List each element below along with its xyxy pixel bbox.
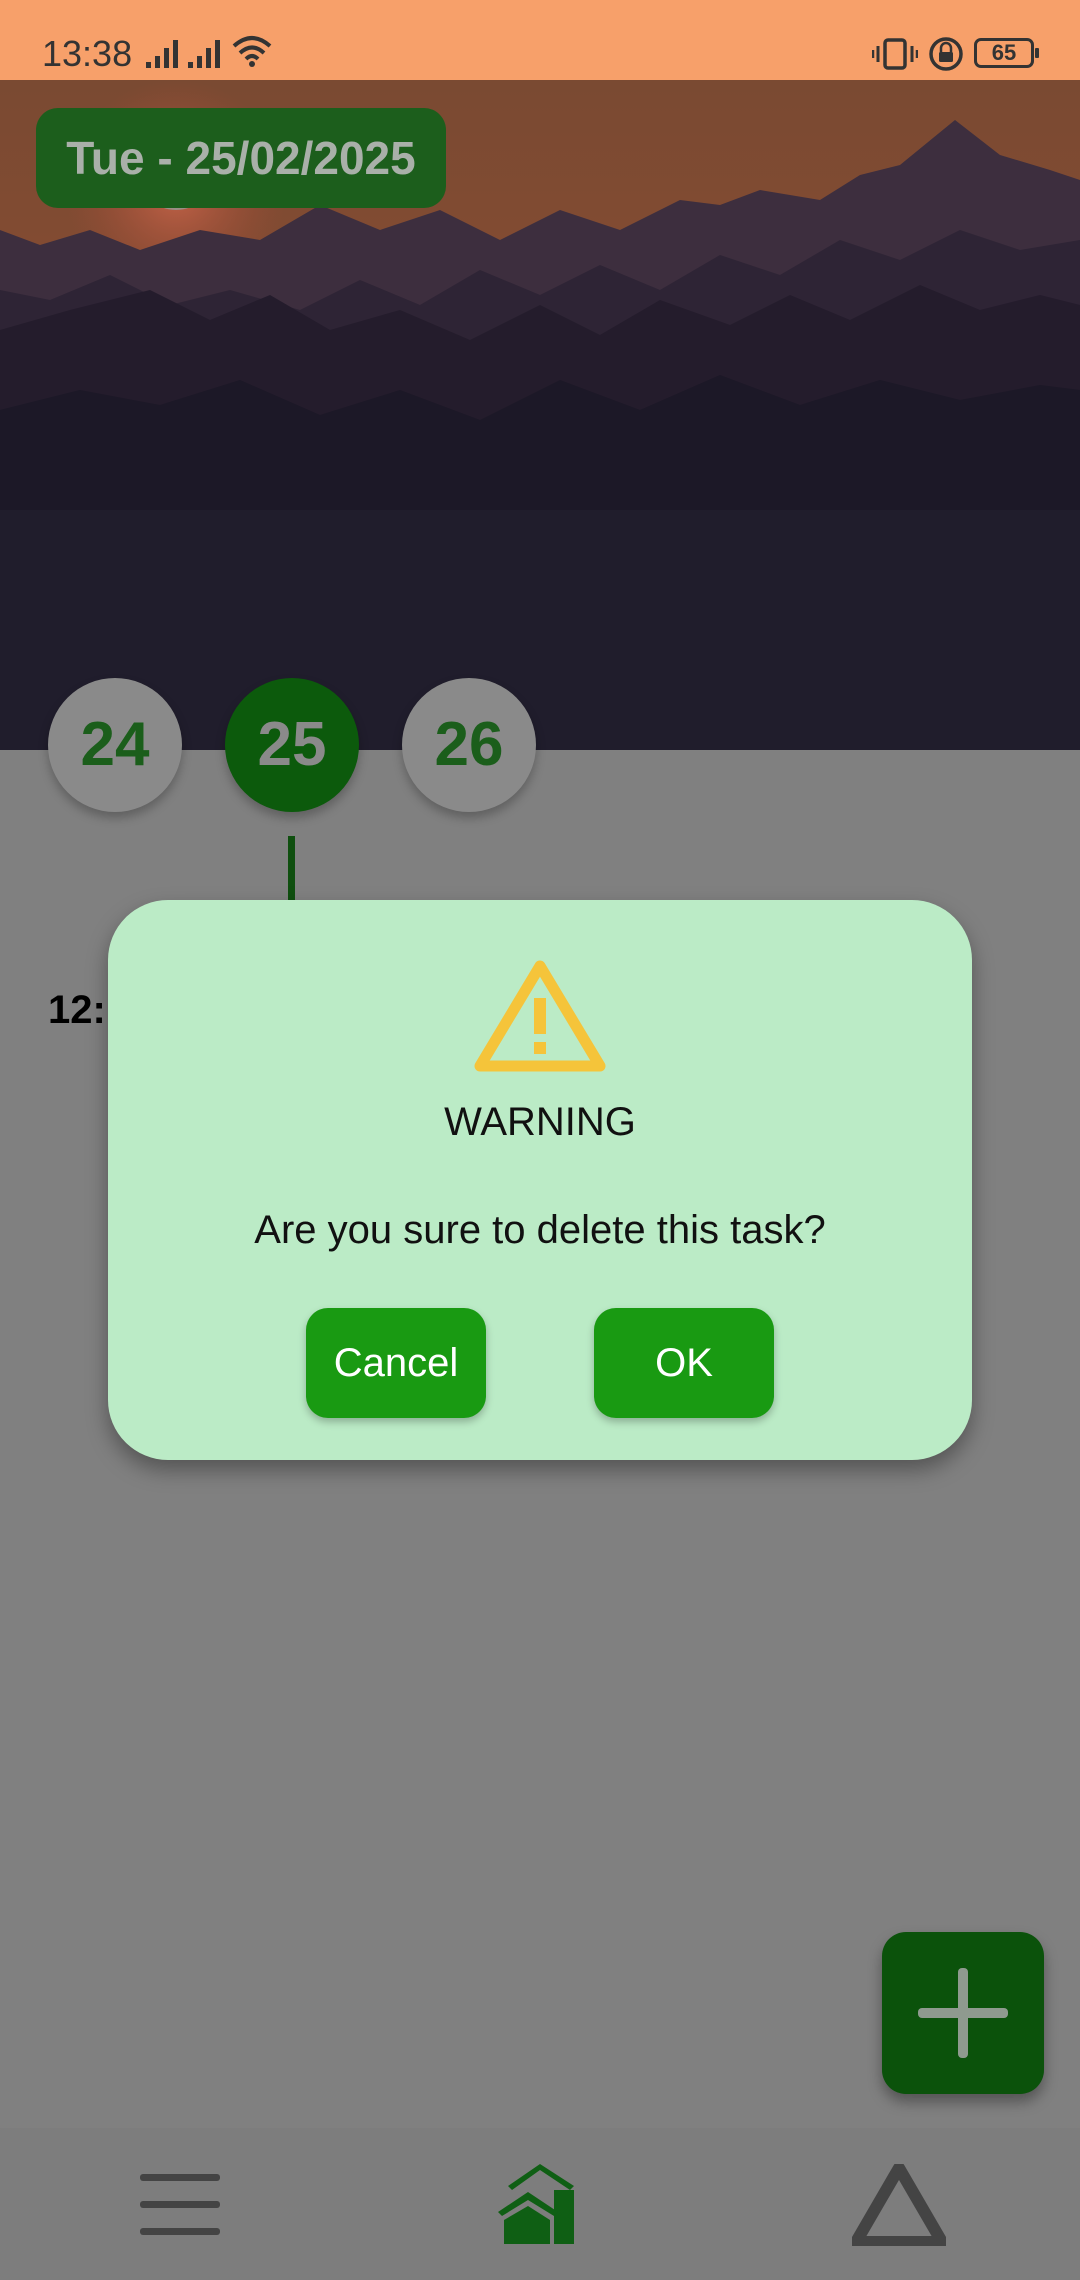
menu-icon[interactable]	[138, 2172, 222, 2238]
cancel-button[interactable]: Cancel	[306, 1308, 486, 1418]
triangle-logo-icon[interactable]	[852, 2164, 946, 2246]
signal-icon	[146, 40, 178, 68]
ok-button[interactable]: OK	[594, 1308, 774, 1418]
battery-level: 65	[991, 40, 1017, 65]
warning-icon	[474, 960, 606, 1072]
day-26[interactable]: 26	[402, 678, 536, 812]
home-icon[interactable]	[496, 2160, 582, 2246]
task-time-label: 12:	[48, 988, 106, 1032]
timeline-connector	[288, 836, 295, 900]
status-time: 13:38	[42, 33, 133, 74]
dialog-title: WARNING	[444, 1100, 636, 1144]
vibrate-icon	[872, 38, 918, 70]
signal-icon	[188, 40, 220, 68]
status-bar: 13:38 65	[0, 0, 1080, 80]
bottom-navigation	[0, 2128, 1080, 2280]
day-25-selected[interactable]: 25	[225, 678, 359, 812]
delete-confirm-dialog: WARNING Are you sure to delete this task…	[108, 900, 972, 1460]
wifi-icon	[232, 36, 272, 67]
day-24[interactable]: 24	[48, 678, 182, 812]
battery-icon: 65	[974, 38, 1039, 68]
dialog-message: Are you sure to delete this task?	[254, 1208, 826, 1252]
add-task-button[interactable]	[882, 1932, 1044, 2094]
date-label[interactable]: Tue - 25/02/2025	[36, 108, 446, 208]
lock-rotation-icon	[929, 37, 963, 71]
